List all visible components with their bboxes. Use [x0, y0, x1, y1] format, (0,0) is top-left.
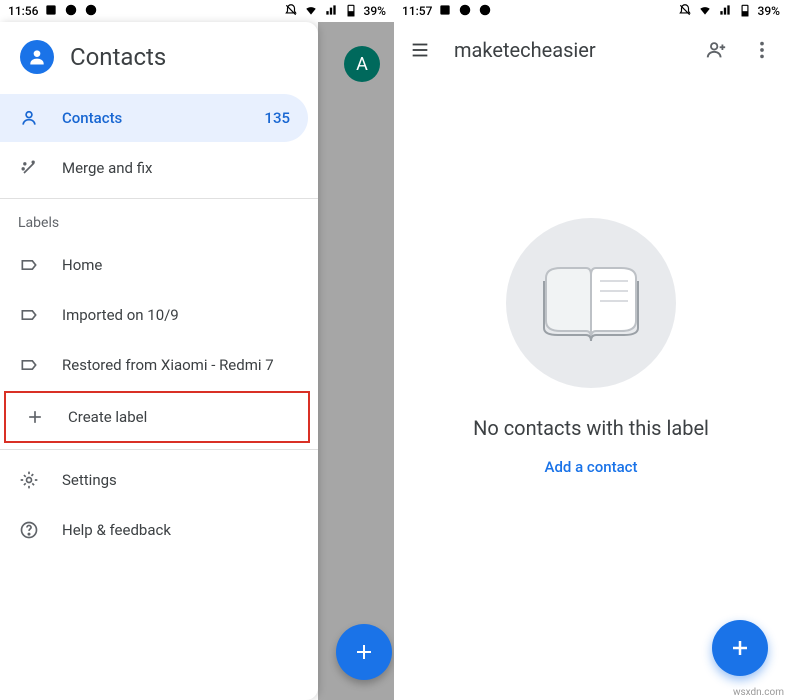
labels-section-header: Labels [0, 198, 318, 239]
gear-icon [18, 470, 40, 490]
facebook-icon [478, 3, 492, 20]
fab-add[interactable] [336, 624, 392, 680]
more-options-button[interactable] [750, 38, 774, 62]
mute-icon [678, 3, 692, 20]
nav-item-merge[interactable]: Merge and fix [0, 144, 308, 192]
fab-add-contact[interactable] [712, 620, 768, 676]
empty-state: No contacts with this label Add a contac… [394, 218, 788, 476]
nav-label: Contacts [62, 109, 122, 127]
appbar-title: maketecheasier [454, 38, 682, 62]
plus-icon [728, 636, 752, 660]
mute-icon [284, 3, 298, 20]
label-icon [18, 305, 40, 325]
label-item-imported[interactable]: Imported on 10/9 [0, 291, 308, 339]
label-text: Home [62, 256, 102, 274]
nav-item-create-label[interactable]: Create label [6, 393, 308, 441]
scrim-overlay[interactable]: A [318, 22, 394, 700]
plus-icon [24, 407, 46, 427]
label-text: Imported on 10/9 [62, 306, 179, 324]
label-item-home[interactable]: Home [0, 241, 308, 289]
menu-button[interactable] [408, 38, 432, 62]
label-item-restored[interactable]: Restored from Xiaomi - Redmi 7 [0, 341, 308, 389]
nav-item-settings[interactable]: Settings [0, 456, 308, 504]
watermark: wsxdn.com [733, 687, 784, 698]
wifi-icon [698, 3, 712, 20]
label-text: Restored from Xiaomi - Redmi 7 [62, 356, 274, 374]
battery-text: 39% [758, 4, 780, 18]
wifi-icon [304, 3, 318, 20]
avatar-letter: A [356, 54, 368, 75]
clock: 11:56 [8, 4, 38, 18]
gallery-icon [44, 3, 58, 20]
help-icon [18, 520, 40, 540]
wand-icon [18, 158, 40, 178]
divider [0, 449, 318, 450]
gallery-icon [438, 3, 452, 20]
phone-right-label-view: 11:57 39% maketecheasier [394, 0, 788, 700]
drawer-header: Contacts [0, 22, 318, 92]
navigation-drawer: Contacts Contacts 135 Merge and fix Labe… [0, 22, 318, 700]
nav-item-contacts[interactable]: Contacts 135 [0, 94, 308, 142]
signal-icon [324, 3, 338, 20]
contacts-logo-icon [20, 40, 54, 74]
nav-label: Create label [68, 408, 147, 426]
clock: 11:57 [402, 4, 432, 18]
account-avatar[interactable]: A [344, 46, 380, 82]
facebook-icon [84, 3, 98, 20]
add-contact-link[interactable]: Add a contact [545, 458, 638, 476]
nav-count: 135 [264, 109, 290, 127]
signal-icon [718, 3, 732, 20]
person-icon [18, 108, 40, 128]
add-person-button[interactable] [704, 38, 728, 62]
nav-label: Help & feedback [62, 521, 171, 539]
highlight-annotation: Create label [4, 391, 310, 443]
nav-item-help[interactable]: Help & feedback [0, 506, 308, 554]
status-bar: 11:57 39% [394, 0, 788, 22]
app-bar: maketecheasier [394, 22, 788, 78]
book-icon [506, 218, 676, 388]
nav-label: Settings [62, 471, 117, 489]
battery-icon [738, 3, 752, 20]
whatsapp-icon [64, 3, 78, 20]
whatsapp-icon [458, 3, 472, 20]
empty-title: No contacts with this label [473, 416, 709, 440]
nav-label: Merge and fix [62, 159, 152, 177]
battery-text: 39% [364, 4, 386, 18]
battery-icon [344, 3, 358, 20]
label-icon [18, 355, 40, 375]
label-icon [18, 255, 40, 275]
phone-left-drawer: 11:56 39% Contacts Contacts 135 Mer [0, 0, 394, 700]
drawer-title: Contacts [70, 43, 166, 71]
status-bar: 11:56 39% [0, 0, 394, 22]
